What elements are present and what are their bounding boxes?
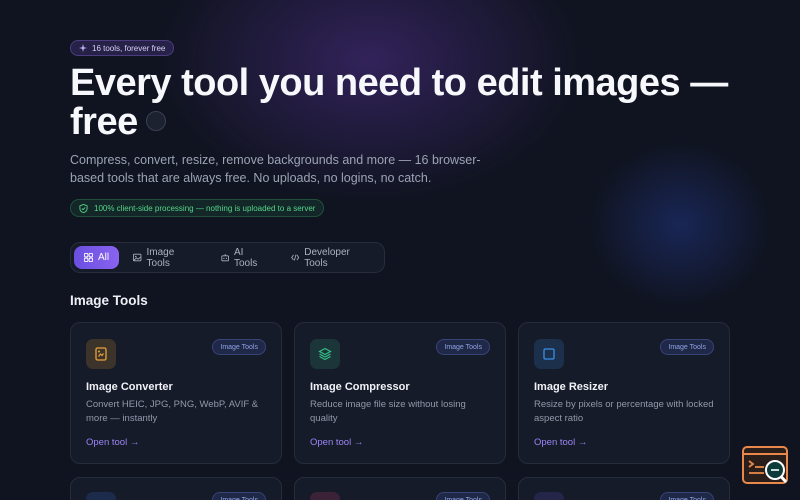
tool-card[interactable]: Image Tools	[70, 477, 282, 500]
image-icon	[133, 253, 142, 262]
section-title: Image Tools	[70, 293, 148, 308]
shield-check-icon	[79, 203, 88, 213]
tool-card-image-compressor[interactable]: Image Tools Image Compressor Reduce imag…	[294, 322, 506, 464]
grid-icon	[84, 253, 93, 262]
category-badge: Image Tools	[212, 339, 266, 355]
tool-icon	[534, 492, 564, 500]
open-tool-link[interactable]: Open tool →	[86, 437, 139, 448]
tool-title: Image Compressor	[310, 381, 410, 393]
page-title: Every tool you need to edit images — fre…	[70, 64, 730, 142]
category-badge: Image Tools	[436, 492, 490, 500]
tool-card[interactable]: Image Tools	[294, 477, 506, 500]
tab-image-tools[interactable]: Image Tools	[123, 246, 206, 269]
sparkle-emoji-icon	[145, 110, 166, 131]
sparkle-icon	[79, 44, 87, 52]
tab-developer-tools-label: Developer Tools	[304, 246, 350, 269]
privacy-badge: 100% client-side processing — nothing is…	[70, 199, 325, 217]
image-convert-icon	[86, 339, 116, 369]
tab-all-label: All	[98, 252, 110, 263]
tool-title: Image Converter	[86, 381, 173, 393]
category-tabs: All Image Tools AI Tools Developer Tools	[70, 242, 385, 273]
tool-card[interactable]: Image Tools	[518, 477, 730, 500]
tool-card-image-converter[interactable]: Image Tools Image Converter Convert HEIC…	[70, 322, 282, 464]
open-tool-link[interactable]: Open tool →	[310, 437, 363, 448]
tool-description: Reduce image file size without losing qu…	[310, 399, 466, 424]
tab-ai-tools-label: AI Tools	[233, 246, 258, 269]
tool-card-image-resizer[interactable]: Image Tools Image Resizer Resize by pixe…	[518, 322, 730, 464]
layers-icon	[310, 339, 340, 369]
floating-help-widget[interactable]	[742, 445, 790, 487]
tool-icon	[310, 492, 340, 500]
code-icon	[291, 254, 300, 261]
tab-ai-tools[interactable]: AI Tools	[211, 246, 277, 269]
page-title-text: Every tool you need to edit images — fre…	[70, 62, 728, 143]
tool-description: Convert HEIC, JPG, PNG, WebP, AVIF & mor…	[86, 399, 259, 424]
hero-subtitle: Compress, convert, resize, remove backgr…	[70, 153, 481, 185]
tab-image-tools-label: Image Tools	[146, 246, 175, 269]
category-badge: Image Tools	[212, 492, 266, 500]
tab-all[interactable]: All	[74, 246, 120, 269]
tools-count-badge: 16 tools, forever free	[70, 40, 175, 56]
privacy-text: 100% client-side processing — nothing is…	[94, 203, 316, 213]
tool-description: Resize by pixels or percentage with lock…	[534, 399, 714, 424]
robot-icon	[221, 253, 229, 262]
tools-count-text: 16 tools, forever free	[92, 43, 166, 53]
category-badge: Image Tools	[660, 492, 714, 500]
search-window-icon	[742, 446, 788, 484]
resize-square-icon	[534, 339, 564, 369]
tool-title: Image Resizer	[534, 381, 608, 393]
category-badge: Image Tools	[436, 339, 490, 355]
tab-developer-tools[interactable]: Developer Tools	[281, 246, 381, 269]
category-badge: Image Tools	[660, 339, 714, 355]
open-tool-link[interactable]: Open tool →	[534, 437, 587, 448]
tool-icon	[86, 492, 116, 500]
